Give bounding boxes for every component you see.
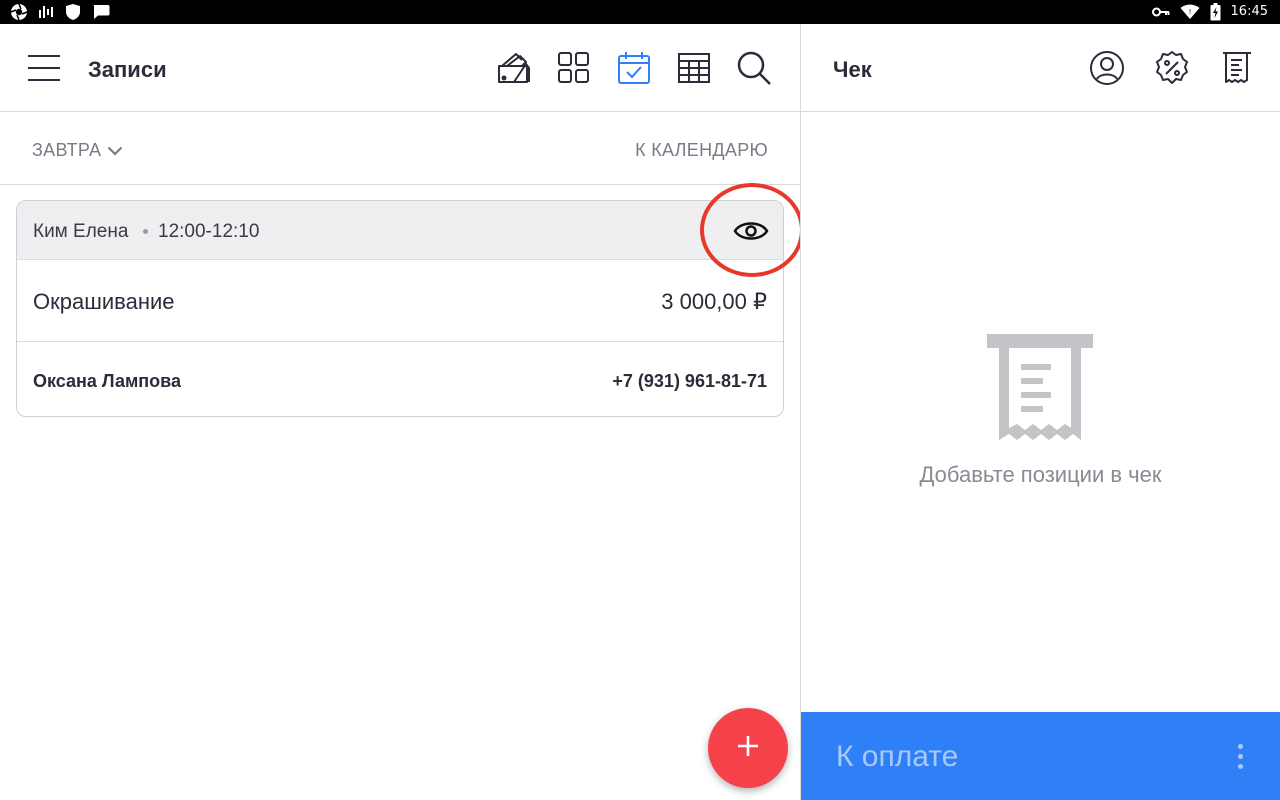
search-icon[interactable]: [736, 50, 772, 86]
discount-badge-icon[interactable]: [1154, 50, 1190, 86]
aperture-icon: [10, 3, 28, 21]
receipt-toolbar: Чек: [801, 24, 1280, 112]
message-icon: [92, 4, 110, 20]
record-client-name: Ким Елена: [33, 221, 129, 242]
to-calendar-link[interactable]: К КАЛЕНДАРЮ: [635, 140, 768, 161]
date-bar: ЗАВТРА К КАЛЕНДАРЮ: [0, 112, 800, 185]
menu-button[interactable]: [26, 52, 62, 84]
empty-receipt-message: Добавьте позиции в чек: [919, 462, 1162, 487]
eye-icon[interactable]: [733, 215, 769, 247]
date-dropdown-label: ЗАВТРА: [32, 140, 102, 160]
service-name: Окрашивание: [33, 289, 175, 314]
empty-receipt-icon: [985, 332, 1095, 444]
shield-icon: [64, 3, 82, 21]
chevron-down-icon: [107, 140, 123, 161]
records-toolbar: Записи: [0, 24, 800, 112]
status-bar: ! 16:45: [0, 0, 1280, 24]
color-palette-icon[interactable]: [496, 50, 532, 86]
grid-icon[interactable]: [556, 50, 592, 86]
table-icon[interactable]: [676, 50, 712, 86]
record-service-row: Окрашивание 3 000,00 ₽: [17, 260, 783, 342]
separator-dot: [143, 229, 148, 234]
user-circle-icon[interactable]: [1089, 50, 1125, 86]
plus-icon: [736, 734, 760, 763]
page-title: Записи: [88, 57, 167, 82]
pay-label: К оплате: [836, 740, 959, 773]
wifi-icon: !: [1180, 4, 1200, 20]
receipt-panel: Чек Добавьте позиции в чек К оплате: [801, 24, 1280, 800]
battery-charging-icon: [1210, 3, 1221, 21]
pay-button[interactable]: К оплате: [801, 712, 1280, 800]
calendar-check-icon[interactable]: [616, 50, 652, 86]
receipt-title: Чек: [833, 57, 872, 82]
records-panel: Записи ЗАВТРА К КАЛЕНДАРЮ Ким Елена 12:0…: [0, 24, 800, 800]
record-card[interactable]: Ким Елена 12:00-12:10 Окрашивание 3 000,…: [16, 200, 784, 417]
svg-text:!: !: [1188, 8, 1191, 16]
record-time-range: 12:00-12:10: [158, 221, 260, 242]
master-phone: +7 (931) 961-81-71: [612, 371, 767, 391]
status-time: 16:45: [1230, 4, 1268, 19]
service-price: 3 000,00 ₽: [661, 289, 767, 314]
signal-bars-icon: [38, 4, 54, 20]
key-icon: [1151, 6, 1170, 18]
more-vertical-icon[interactable]: [1238, 744, 1244, 770]
master-name: Оксана Лампова: [33, 371, 182, 391]
add-record-button[interactable]: [708, 708, 788, 788]
receipt-list-icon[interactable]: [1219, 50, 1255, 86]
record-card-header: Ким Елена 12:00-12:10: [17, 201, 783, 260]
date-dropdown[interactable]: ЗАВТРА: [32, 140, 123, 161]
